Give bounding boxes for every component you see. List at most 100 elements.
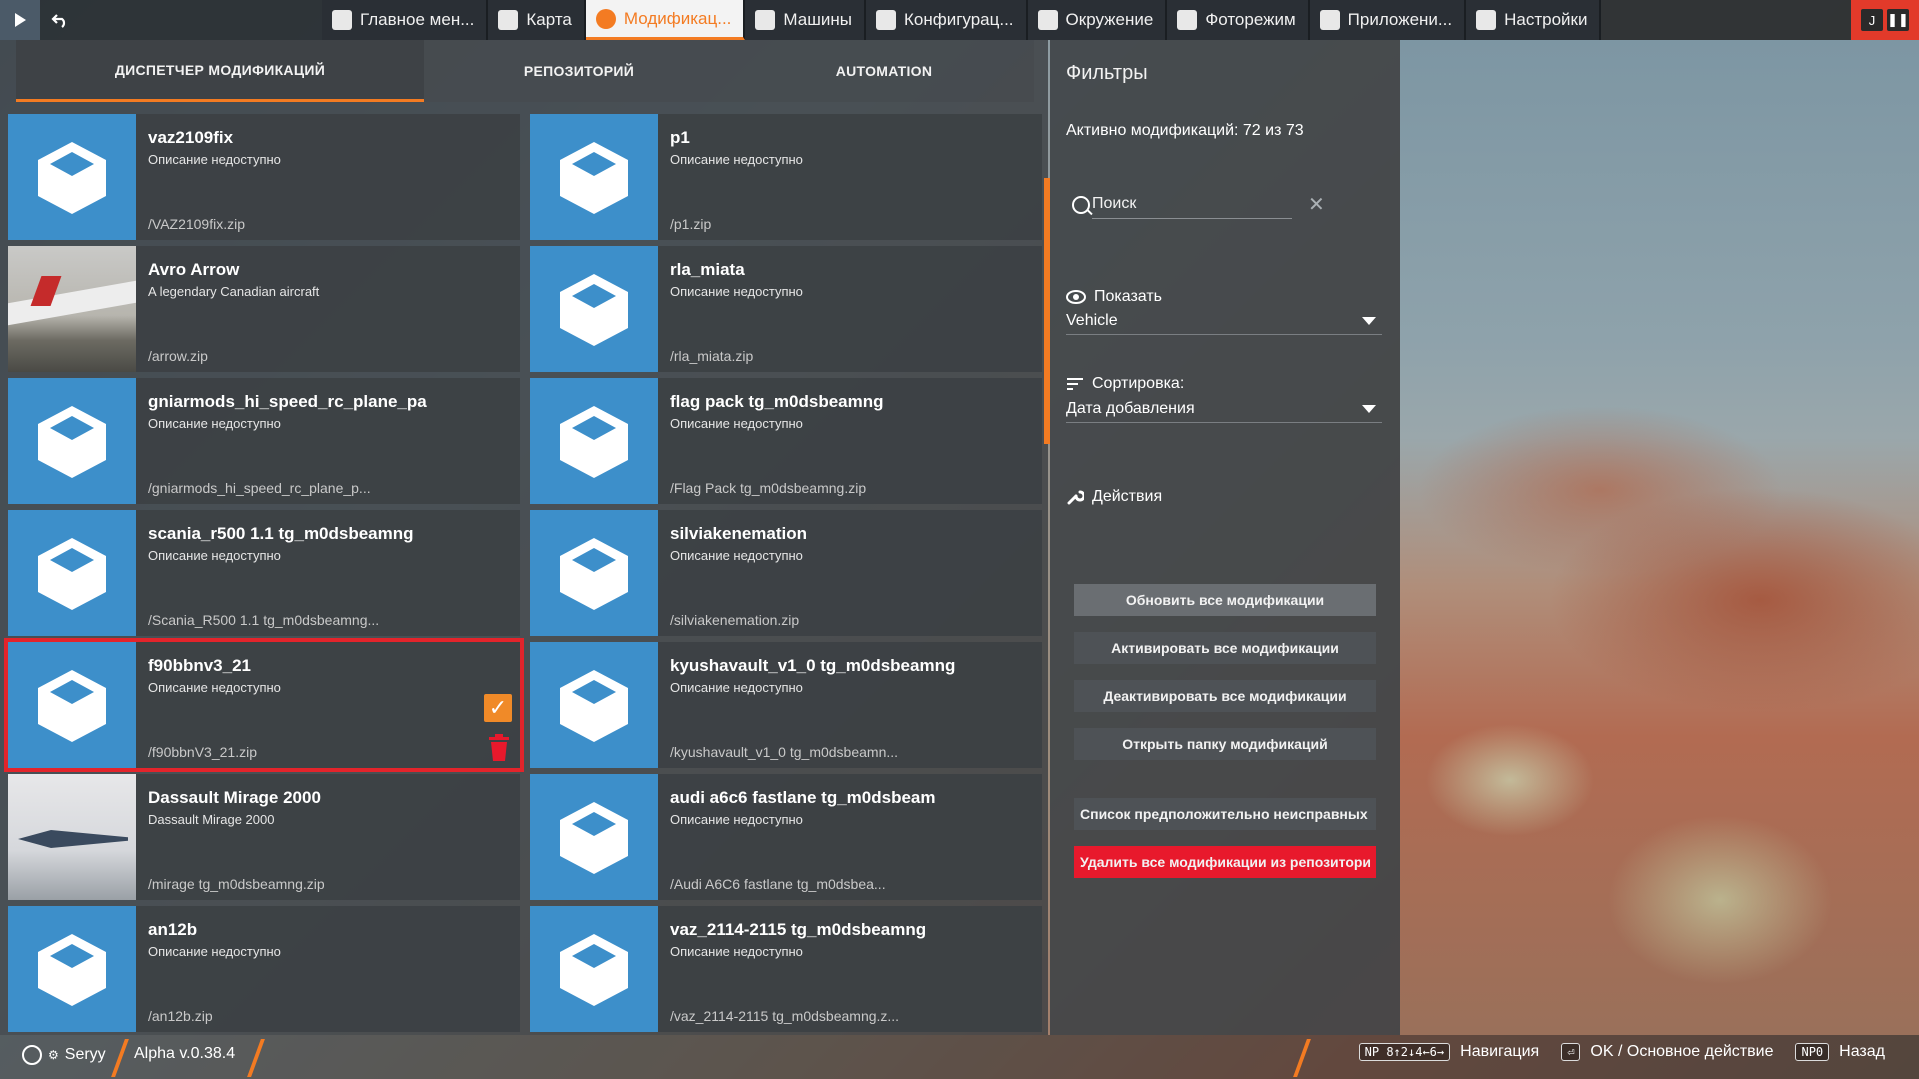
mod-cube-icon	[8, 642, 136, 768]
tab-top-1[interactable]: Карта	[488, 0, 586, 40]
tab-top-label: Окружение	[1065, 10, 1154, 29]
deactivate-all-mods-button[interactable]: Деактивировать все модификации	[1074, 680, 1376, 712]
mod-manager-panel: ДИСПЕТЧЕР МОДИФИКАЦИЙ РЕПОЗИТОРИЙ AUTOMA…	[0, 40, 1050, 1035]
mod-info: vaz2109fix Описание недоступно/VAZ2109fix…	[136, 114, 520, 240]
engine-icon	[875, 10, 896, 30]
clear-search-icon[interactable]: ✕	[1308, 192, 1325, 217]
tab-mod-manager[interactable]: ДИСПЕТЧЕР МОДИФИКАЦИЙ	[16, 40, 424, 102]
mod-card[interactable]: vaz2109fix Описание недоступно/VAZ2109fix…	[8, 114, 520, 240]
right-indicator[interactable]: J ❚❚	[1851, 0, 1919, 40]
mod-info: silviakenemation Описание недоступно/silv…	[658, 510, 1042, 636]
mod-card[interactable]: f90bbnv3_21 Описание недоступно/f90bbnV3_…	[4, 638, 524, 772]
tab-top-label: Машины	[783, 10, 852, 29]
pause-icon: ❚❚	[1887, 9, 1909, 31]
version-label: Alpha v.0.38.4	[134, 1045, 236, 1062]
mod-card[interactable]: vaz_2114-2115 tg_m0dsbeamng Описание недо…	[530, 906, 1042, 1032]
show-label-text: Показать	[1094, 288, 1163, 305]
mod-cube-icon	[8, 114, 136, 240]
key-hint: NP0	[1795, 1043, 1830, 1061]
show-dropdown[interactable]: Vehicle	[1066, 308, 1382, 335]
mod-filename: /Audi A6C6 fastlane tg_m0dsbea...	[670, 876, 886, 892]
open-mods-folder-button[interactable]: Открыть папку модификаций	[1074, 728, 1376, 760]
mod-info: flag pack tg_m0dsbeamng Описание недоступ…	[658, 378, 1042, 504]
mod-info: vaz_2114-2115 tg_m0dsbeamng Описание недо…	[658, 906, 1042, 1032]
activate-all-mods-button[interactable]: Активировать все модификации	[1074, 632, 1376, 664]
sliders-icon	[1476, 10, 1497, 30]
tab-top-0[interactable]: Главное мен...	[322, 0, 489, 40]
mod-info: an12b Описание недоступно/an12b.zip	[136, 906, 520, 1032]
tab-automation[interactable]: AUTOMATION	[734, 40, 1034, 102]
mod-card[interactable]: rla_miata Описание недоступно/rla_miata.z…	[530, 246, 1042, 372]
back-button[interactable]	[40, 0, 80, 40]
mod-title: flag pack tg_m0dsbeamng	[670, 392, 884, 411]
undo-icon	[51, 14, 66, 28]
active-mods-count: Активно модификаций: 72 из 73	[1066, 122, 1304, 139]
tab-top-label: Конфигурац...	[903, 10, 1014, 29]
tab-repository[interactable]: РЕПОЗИТОРИЙ	[424, 40, 734, 102]
mod-cube-icon	[530, 510, 658, 636]
enabled-checkbox[interactable]: ✓	[484, 694, 512, 722]
hint-label[interactable]: Назад	[1839, 1043, 1885, 1061]
broken-mods-list-button[interactable]: Список предположительно неисправных	[1074, 798, 1376, 830]
apps-icon	[1319, 10, 1340, 30]
mod-cube-icon	[530, 114, 658, 240]
mod-info: gniarmods_hi_speed_rc_plane_pa Описание н…	[136, 378, 520, 504]
mod-card[interactable]: gniarmods_hi_speed_rc_plane_pa Описание н…	[8, 378, 520, 504]
mod-card[interactable]: scania_r500 1.1 tg_m0dsbeamng Описание не…	[8, 510, 520, 636]
divider	[111, 1039, 129, 1077]
tab-top-6[interactable]: Фоторежим	[1167, 0, 1310, 40]
tab-top-label: Настройки	[1504, 10, 1588, 29]
weather-icon	[1037, 10, 1058, 30]
search-icon	[1072, 196, 1090, 214]
play-icon	[15, 13, 26, 27]
tab-top-2[interactable]: Модификац...	[585, 0, 746, 40]
mod-info: kyushavault_v1_0 tg_m0dsbeamng Описание н…	[658, 642, 1042, 768]
mod-filename: /mirage tg_m0dsbeamng.zip	[148, 876, 325, 892]
key-hint: ⏎	[1561, 1043, 1581, 1061]
mod-info: Dassault Mirage 2000 Dassault Mirage 2000…	[136, 774, 520, 900]
tab-top-4[interactable]: Конфигурац...	[865, 0, 1028, 40]
mod-card[interactable]: Dassault Mirage 2000 Dassault Mirage 2000…	[8, 774, 520, 900]
play-button[interactable]	[0, 0, 40, 40]
eye-icon	[1066, 290, 1086, 304]
hint-label[interactable]: OK / Основное действие	[1590, 1043, 1773, 1061]
divider	[1293, 1039, 1311, 1077]
mod-description: Описание недоступно	[670, 416, 803, 431]
update-all-mods-button[interactable]: Обновить все модификации	[1074, 584, 1376, 616]
mod-card[interactable]: p1 Описание недоступно/p1.zip	[530, 114, 1042, 240]
trash-icon[interactable]	[488, 734, 510, 762]
tab-top-8[interactable]: Настройки	[1466, 0, 1602, 40]
chevron-down-icon	[1362, 405, 1376, 413]
sort-dropdown[interactable]: Дата добавления	[1066, 396, 1382, 423]
mod-info: p1 Описание недоступно/p1.zip	[658, 114, 1042, 240]
sort-label-text: Сортировка:	[1092, 375, 1185, 392]
sort-label: Сортировка:	[1066, 375, 1184, 393]
tab-top-7[interactable]: Приложени...	[1309, 0, 1467, 40]
search-input[interactable]	[1092, 190, 1292, 219]
mod-title: rla_miata	[670, 260, 745, 279]
tab-top-5[interactable]: Окружение	[1027, 0, 1168, 40]
dashboard-icon	[332, 10, 352, 30]
filters-heading: Фильтры	[1066, 62, 1148, 84]
mod-card[interactable]: Avro Arrow A legendary Canadian aircraft /…	[8, 246, 520, 372]
mod-filename: /p1.zip	[670, 216, 712, 232]
tab-top-3[interactable]: Машины	[745, 0, 866, 40]
mod-card[interactable]: silviakenemation Описание недоступно/silv…	[530, 510, 1042, 636]
mod-card[interactable]: kyushavault_v1_0 tg_m0dsbeamng Описание н…	[530, 642, 1042, 768]
sort-dropdown-value: Дата добавления	[1066, 400, 1195, 417]
mod-title: kyushavault_v1_0 tg_m0dsbeamng	[670, 656, 956, 675]
delete-all-repo-mods-button[interactable]: Удалить все модификации из репозитори	[1074, 846, 1376, 878]
mod-card[interactable]: flag pack tg_m0dsbeamng Описание недоступ…	[530, 378, 1042, 504]
mod-filename: /VAZ2109fix.zip	[148, 216, 246, 232]
hint-label[interactable]: Навигация	[1460, 1043, 1539, 1061]
mod-cube-icon	[8, 378, 136, 504]
mod-card[interactable]: an12b Описание недоступно/an12b.zip	[8, 906, 520, 1032]
tab-top-label: Фоторежим	[1205, 10, 1296, 29]
mod-title: Dassault Mirage 2000	[148, 788, 321, 807]
mod-card[interactable]: audi a6c6 fastlane tg_m0dsbeam Описание н…	[530, 774, 1042, 900]
actions-label: Действия	[1066, 488, 1162, 506]
mod-filename: /arrow.zip	[148, 348, 208, 364]
search-box: ✕	[1072, 190, 1372, 222]
mod-filename: /Scania_R500 1.1 tg_m0dsbeamng...	[148, 612, 380, 628]
mod-filename: /silviakenemation.zip	[670, 612, 800, 628]
